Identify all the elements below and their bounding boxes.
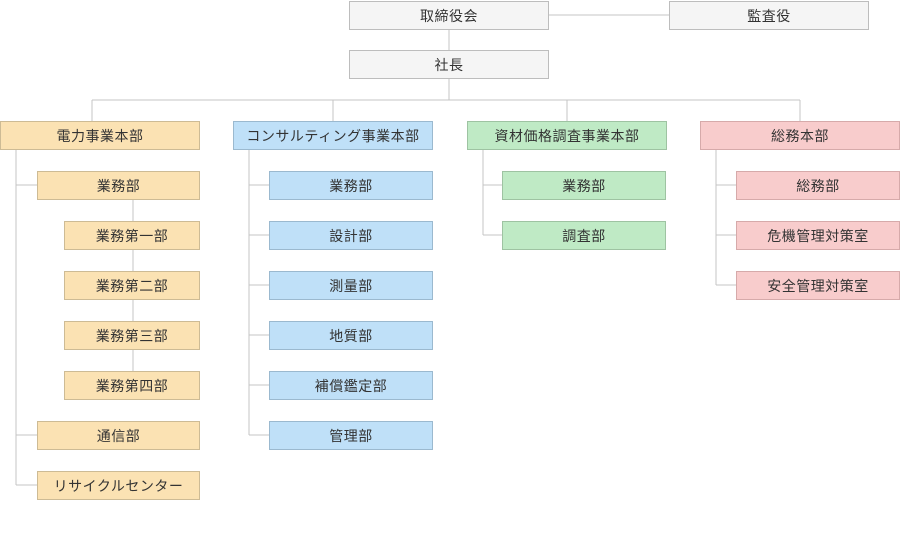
president-box: 社長 (349, 50, 549, 79)
electric-subdept-3: 業務第三部 (64, 321, 200, 350)
division-consulting: コンサルティング事業本部 (233, 121, 433, 150)
consulting-dept-compensation-appraisal: 補償鑑定部 (269, 371, 433, 400)
material-dept-research: 調査部 (502, 221, 666, 250)
electric-subdept-1: 業務第一部 (64, 221, 200, 250)
electric-dept-communications: 通信部 (37, 421, 200, 450)
electric-dept-operations: 業務部 (37, 171, 200, 200)
division-general-affairs: 総務本部 (700, 121, 900, 150)
division-material-price-survey: 資材価格調査事業本部 (467, 121, 667, 150)
consulting-dept-operations: 業務部 (269, 171, 433, 200)
consulting-dept-survey: 測量部 (269, 271, 433, 300)
electric-dept-recycle-center: リサイクルセンター (37, 471, 200, 500)
consulting-dept-design: 設計部 (269, 221, 433, 250)
electric-subdept-4: 業務第四部 (64, 371, 200, 400)
general-dept-safety-management: 安全管理対策室 (736, 271, 900, 300)
division-electric-power: 電力事業本部 (0, 121, 200, 150)
auditor-box: 監査役 (669, 1, 869, 30)
general-dept-general-affairs: 総務部 (736, 171, 900, 200)
consulting-dept-geology: 地質部 (269, 321, 433, 350)
material-dept-operations: 業務部 (502, 171, 666, 200)
electric-subdept-2: 業務第二部 (64, 271, 200, 300)
consulting-dept-management: 管理部 (269, 421, 433, 450)
general-dept-crisis-management: 危機管理対策室 (736, 221, 900, 250)
board-of-directors-box: 取締役会 (349, 1, 549, 30)
